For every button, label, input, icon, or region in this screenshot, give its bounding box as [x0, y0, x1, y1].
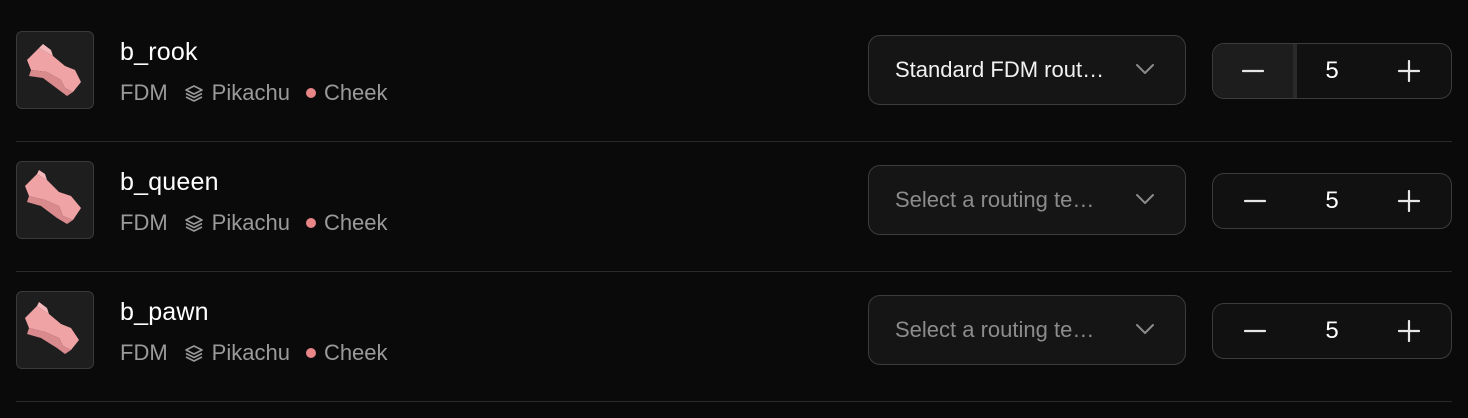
color-dot-icon: [305, 218, 316, 228]
minus-icon: [1242, 69, 1264, 73]
process-label: FDM: [120, 340, 168, 365]
color-dot-icon: [305, 348, 316, 358]
increment-button[interactable]: [1367, 44, 1451, 98]
parts-list: b_rook FDM Pikachu Cheek Standard FDM ro…: [0, 0, 1468, 418]
material-label: Pikachu: [211, 340, 290, 365]
layers-icon: [184, 83, 204, 103]
layers-icon: [184, 343, 204, 363]
routing-template-select[interactable]: Standard FDM rout…: [868, 35, 1186, 105]
chevron-down-icon: [1135, 192, 1155, 206]
quantity-input[interactable]: [1297, 56, 1367, 86]
color-dot-icon: [305, 88, 316, 98]
minus-icon: [1244, 329, 1266, 333]
quantity-stepper: [1212, 43, 1452, 99]
quantity-input[interactable]: [1297, 186, 1367, 216]
part-thumbnail[interactable]: [16, 291, 94, 369]
routing-template-placeholder: Select a routing te…: [895, 187, 1095, 212]
part-meta: FDM Pikachu Cheek: [120, 80, 388, 106]
part-thumbnail[interactable]: [16, 161, 94, 239]
list-item: b_pawn FDM Pikachu Cheek Select a routin…: [16, 271, 1452, 402]
quantity-stepper: [1212, 173, 1452, 229]
plus-icon: [1398, 320, 1420, 342]
process-label: FDM: [120, 210, 168, 235]
process-label: FDM: [120, 80, 168, 105]
color-label: Cheek: [323, 210, 388, 235]
part-name: b_rook: [120, 38, 198, 66]
color-label: Cheek: [323, 340, 388, 365]
routing-template-value: Standard FDM rout…: [895, 57, 1105, 82]
part-preview-image: [25, 170, 81, 224]
quantity-stepper: [1212, 303, 1452, 359]
part-thumbnail[interactable]: [16, 31, 94, 109]
layers-icon: [184, 213, 204, 233]
decrement-button[interactable]: [1213, 44, 1297, 98]
increment-button[interactable]: [1367, 304, 1451, 358]
color-label: Cheek: [323, 80, 388, 105]
part-preview-image: [25, 302, 79, 354]
part-meta: FDM Pikachu Cheek: [120, 210, 388, 236]
routing-template-placeholder: Select a routing te…: [895, 317, 1095, 342]
part-name: b_pawn: [120, 298, 209, 326]
list-item: b_rook FDM Pikachu Cheek Standard FDM ro…: [16, 11, 1452, 142]
routing-template-select[interactable]: Select a routing te…: [868, 165, 1186, 235]
part-preview-image: [27, 44, 81, 96]
chevron-down-icon: [1135, 322, 1155, 336]
decrement-button[interactable]: [1213, 174, 1297, 228]
list-item: b_queen FDM Pikachu Cheek Select a routi…: [16, 141, 1452, 272]
part-name: b_queen: [120, 168, 219, 196]
decrement-button[interactable]: [1213, 304, 1297, 358]
increment-button[interactable]: [1367, 174, 1451, 228]
material-label: Pikachu: [211, 210, 290, 235]
chevron-down-icon: [1135, 62, 1155, 76]
plus-icon: [1398, 190, 1420, 212]
plus-icon: [1398, 60, 1420, 82]
routing-template-select[interactable]: Select a routing te…: [868, 295, 1186, 365]
part-meta: FDM Pikachu Cheek: [120, 340, 388, 366]
material-label: Pikachu: [211, 80, 290, 105]
quantity-input[interactable]: [1297, 316, 1367, 346]
minus-icon: [1244, 199, 1266, 203]
